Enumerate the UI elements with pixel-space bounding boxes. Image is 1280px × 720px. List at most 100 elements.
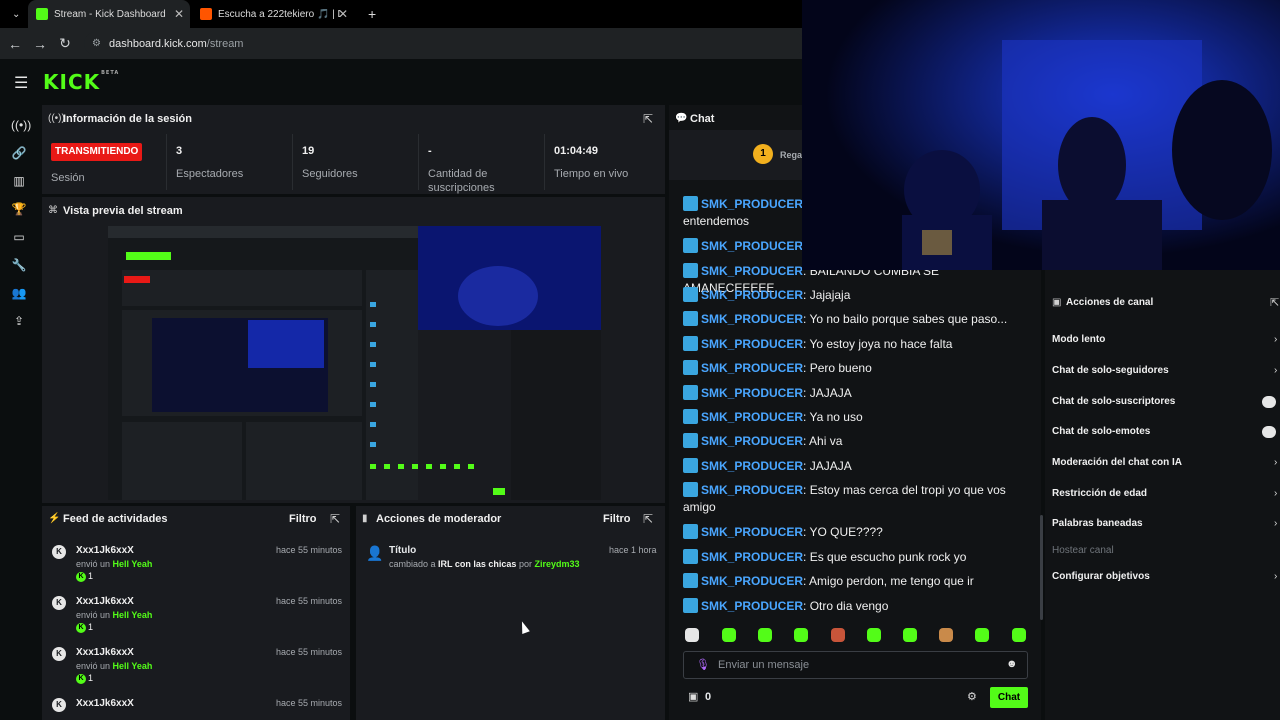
age-restriction-item[interactable]: Restricción de edad <box>1052 488 1147 499</box>
tab-list-button[interactable]: ⌄ <box>4 0 24 28</box>
verified-icon <box>683 263 698 278</box>
chat-message: SMK_PRODUCER: JAJAJA <box>683 458 1023 475</box>
followers-value: 19 <box>302 145 315 157</box>
chevron-right-icon[interactable]: › <box>1274 365 1277 376</box>
microphone-icon[interactable]: 🎙 <box>696 658 710 671</box>
url-host: dashboard.kick.com <box>108 37 207 50</box>
forward-icon[interactable]: → <box>30 28 50 59</box>
trophy-icon[interactable]: 🏆 <box>11 201 27 217</box>
close-icon[interactable]: ✕ <box>174 7 184 21</box>
site-info-icon[interactable]: ⚙ <box>92 38 101 49</box>
chat-message: SMK_PRODUCER: JAJAJA <box>683 385 1023 402</box>
chat-input[interactable]: 🎙 Enviar un mensaje ☻ <box>683 651 1028 679</box>
verified-icon <box>683 287 698 302</box>
wrench-icon[interactable]: 🔧 <box>11 257 27 273</box>
close-icon[interactable]: ✕ <box>338 7 348 21</box>
activity-user[interactable]: Xxx1Jk6xxX <box>76 647 134 658</box>
activity-item: K Xxx1Jk6xxX hace 55 minutos envió un He… <box>52 647 342 697</box>
back-icon[interactable]: ← <box>5 28 25 59</box>
activity-time: hace 55 minutos <box>275 596 342 606</box>
chevron-down-icon: ⌄ <box>12 8 21 20</box>
chevron-right-icon[interactable]: › <box>1274 334 1277 345</box>
menu-icon[interactable]: ☰ <box>14 73 28 93</box>
activity-time: hace 55 minutos <box>275 647 342 657</box>
popout-icon[interactable]: ⇱ <box>643 112 653 126</box>
lightning-icon: ⚡ <box>48 513 61 524</box>
emoji-icon[interactable]: ☻ <box>1006 658 1018 670</box>
activity-count: K1 <box>76 622 93 633</box>
link-icon[interactable]: 🔗 <box>11 145 27 161</box>
activity-item: K Xxx1Jk6xxX hace 55 minutos envió un He… <box>52 596 342 646</box>
mod-filter-button[interactable]: Filtro <box>603 513 631 525</box>
ai-moderation-item[interactable]: Moderación del chat con IA <box>1052 457 1182 468</box>
webcam-overlay <box>802 0 1280 270</box>
users-icon[interactable]: 👥 <box>11 285 27 301</box>
divider <box>418 134 419 190</box>
verified-icon <box>683 573 698 588</box>
goals-item[interactable]: Configurar objetivos <box>1052 571 1150 582</box>
reload-icon[interactable]: ↻ <box>55 28 75 59</box>
chat-message: SMK_PRODUCER: Ya no uso <box>683 409 1023 426</box>
slow-mode-item[interactable]: Modo lento <box>1052 334 1105 345</box>
followers-label: Seguidores <box>302 168 358 180</box>
analytics-icon[interactable]: ▥ <box>11 173 27 189</box>
emote-icon[interactable] <box>831 628 845 642</box>
chevron-right-icon[interactable]: › <box>1274 571 1277 582</box>
chevron-right-icon[interactable]: › <box>1274 457 1277 468</box>
session-info-title: Información de la sesión <box>63 113 192 125</box>
emote-icon[interactable] <box>722 628 736 642</box>
chat-message: SMK_PRODUCER: Yo no bailo porque sabes q… <box>683 311 1023 328</box>
activity-user[interactable]: Xxx1Jk6xxX <box>76 698 134 709</box>
emote-icon[interactable] <box>975 628 989 642</box>
emote-icon[interactable] <box>903 628 917 642</box>
verified-icon <box>683 458 698 473</box>
emote-icon[interactable] <box>1012 628 1026 642</box>
activity-filter-button[interactable]: Filtro <box>289 513 317 525</box>
rank-medal-icon: 1 <box>753 144 773 164</box>
upload-icon[interactable]: ⇪ <box>11 313 27 329</box>
activity-user[interactable]: Xxx1Jk6xxX <box>76 596 134 607</box>
activity-action: envió un Hell Yeah <box>76 610 153 620</box>
activity-action: envió un Hell Yeah <box>76 559 153 569</box>
emote-icon[interactable] <box>867 628 881 642</box>
emote-icon[interactable] <box>685 628 699 642</box>
verified-icon <box>683 385 698 400</box>
emote-icon[interactable] <box>758 628 772 642</box>
banned-words-item[interactable]: Palabras baneadas <box>1052 518 1143 529</box>
new-tab-button[interactable]: + <box>360 0 380 28</box>
tab-title: Escucha a 222tekiero 🎵 | Disfr <box>218 8 340 20</box>
verified-icon <box>683 409 698 424</box>
tab-soundcloud[interactable]: Escucha a 222tekiero 🎵 | Disfr ✕ <box>192 0 354 28</box>
chat-scrollbar[interactable] <box>1040 515 1043 620</box>
emotes-only-toggle[interactable] <box>1262 426 1276 438</box>
mod-actions-title: Acciones de moderador <box>376 513 502 525</box>
url-bar[interactable]: ⚙ dashboard.kick.com/stream <box>84 32 804 55</box>
tab-kick-dashboard[interactable]: Stream - Kick Dashboard ✕ <box>28 0 190 28</box>
stream-icon[interactable]: ((•)) <box>11 117 31 133</box>
followers-only-item[interactable]: Chat de solo-seguidores <box>1052 365 1169 376</box>
popout-icon[interactable]: ⇱ <box>1270 296 1279 309</box>
subscribers-only-toggle[interactable] <box>1262 396 1276 408</box>
popout-icon[interactable]: ⇱ <box>330 512 340 526</box>
emote-icon[interactable] <box>939 628 953 642</box>
chat-send-button[interactable]: Chat <box>990 687 1028 708</box>
chat-bubble-icon: 💬 <box>675 113 688 124</box>
divider <box>166 134 167 190</box>
kick-user-icon: K <box>52 647 66 661</box>
gear-icon[interactable]: ⚙ <box>967 690 977 703</box>
verified-icon <box>683 433 698 448</box>
mod-entry-title: Título <box>389 545 417 556</box>
preview-frame <box>108 226 601 500</box>
emote-icon[interactable] <box>794 628 808 642</box>
chevron-right-icon[interactable]: › <box>1274 488 1277 499</box>
live-time-label: Tiempo en vivo <box>554 168 629 180</box>
activity-item: K Xxx1Jk6xxX hace 55 minutos <box>52 698 342 720</box>
chat-message: SMK_PRODUCER: YO QUE???? <box>683 524 1023 541</box>
media-icon[interactable]: ▭ <box>11 229 27 245</box>
chevron-right-icon[interactable]: › <box>1274 518 1277 529</box>
activity-user[interactable]: Xxx1Jk6xxX <box>76 545 134 556</box>
stream-preview-video[interactable] <box>108 226 601 500</box>
popout-icon[interactable]: ⇱ <box>643 512 653 526</box>
kick-logo[interactable]: KICKBETA <box>43 70 119 94</box>
verified-icon <box>683 482 698 497</box>
